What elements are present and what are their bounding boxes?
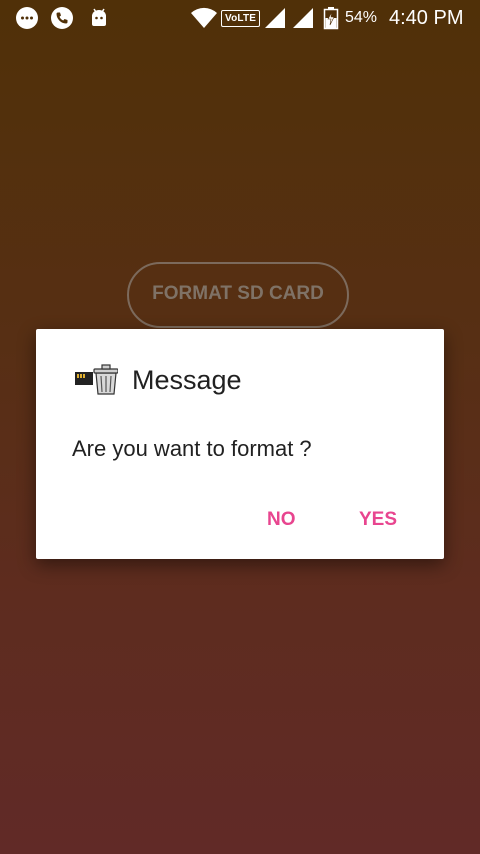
no-button[interactable]: NO bbox=[267, 509, 296, 531]
android-icon bbox=[92, 8, 106, 26]
status-bar: VoLTE 54% 4:40 PM bbox=[0, 0, 480, 36]
clock-time: 4:40 PM bbox=[389, 7, 464, 29]
volte-badge: VoLTE bbox=[221, 10, 261, 27]
signal-icon bbox=[265, 8, 285, 28]
signal-icon bbox=[293, 8, 313, 28]
sd-card-trash-icon bbox=[75, 364, 118, 395]
battery-charging-icon bbox=[323, 7, 339, 30]
message-icon bbox=[16, 7, 38, 29]
dialog-message: Are you want to format ? bbox=[72, 436, 312, 461]
yes-button[interactable]: YES bbox=[359, 509, 397, 531]
confirm-dialog: Message Are you want to format ? NO YES bbox=[36, 329, 444, 559]
wifi-icon bbox=[191, 7, 217, 29]
phone-icon bbox=[51, 7, 73, 29]
battery-percent: 54% bbox=[345, 9, 378, 26]
format-sd-card-button[interactable]: FORMAT SD CARD bbox=[127, 262, 349, 328]
dialog-title: Message bbox=[132, 365, 242, 395]
